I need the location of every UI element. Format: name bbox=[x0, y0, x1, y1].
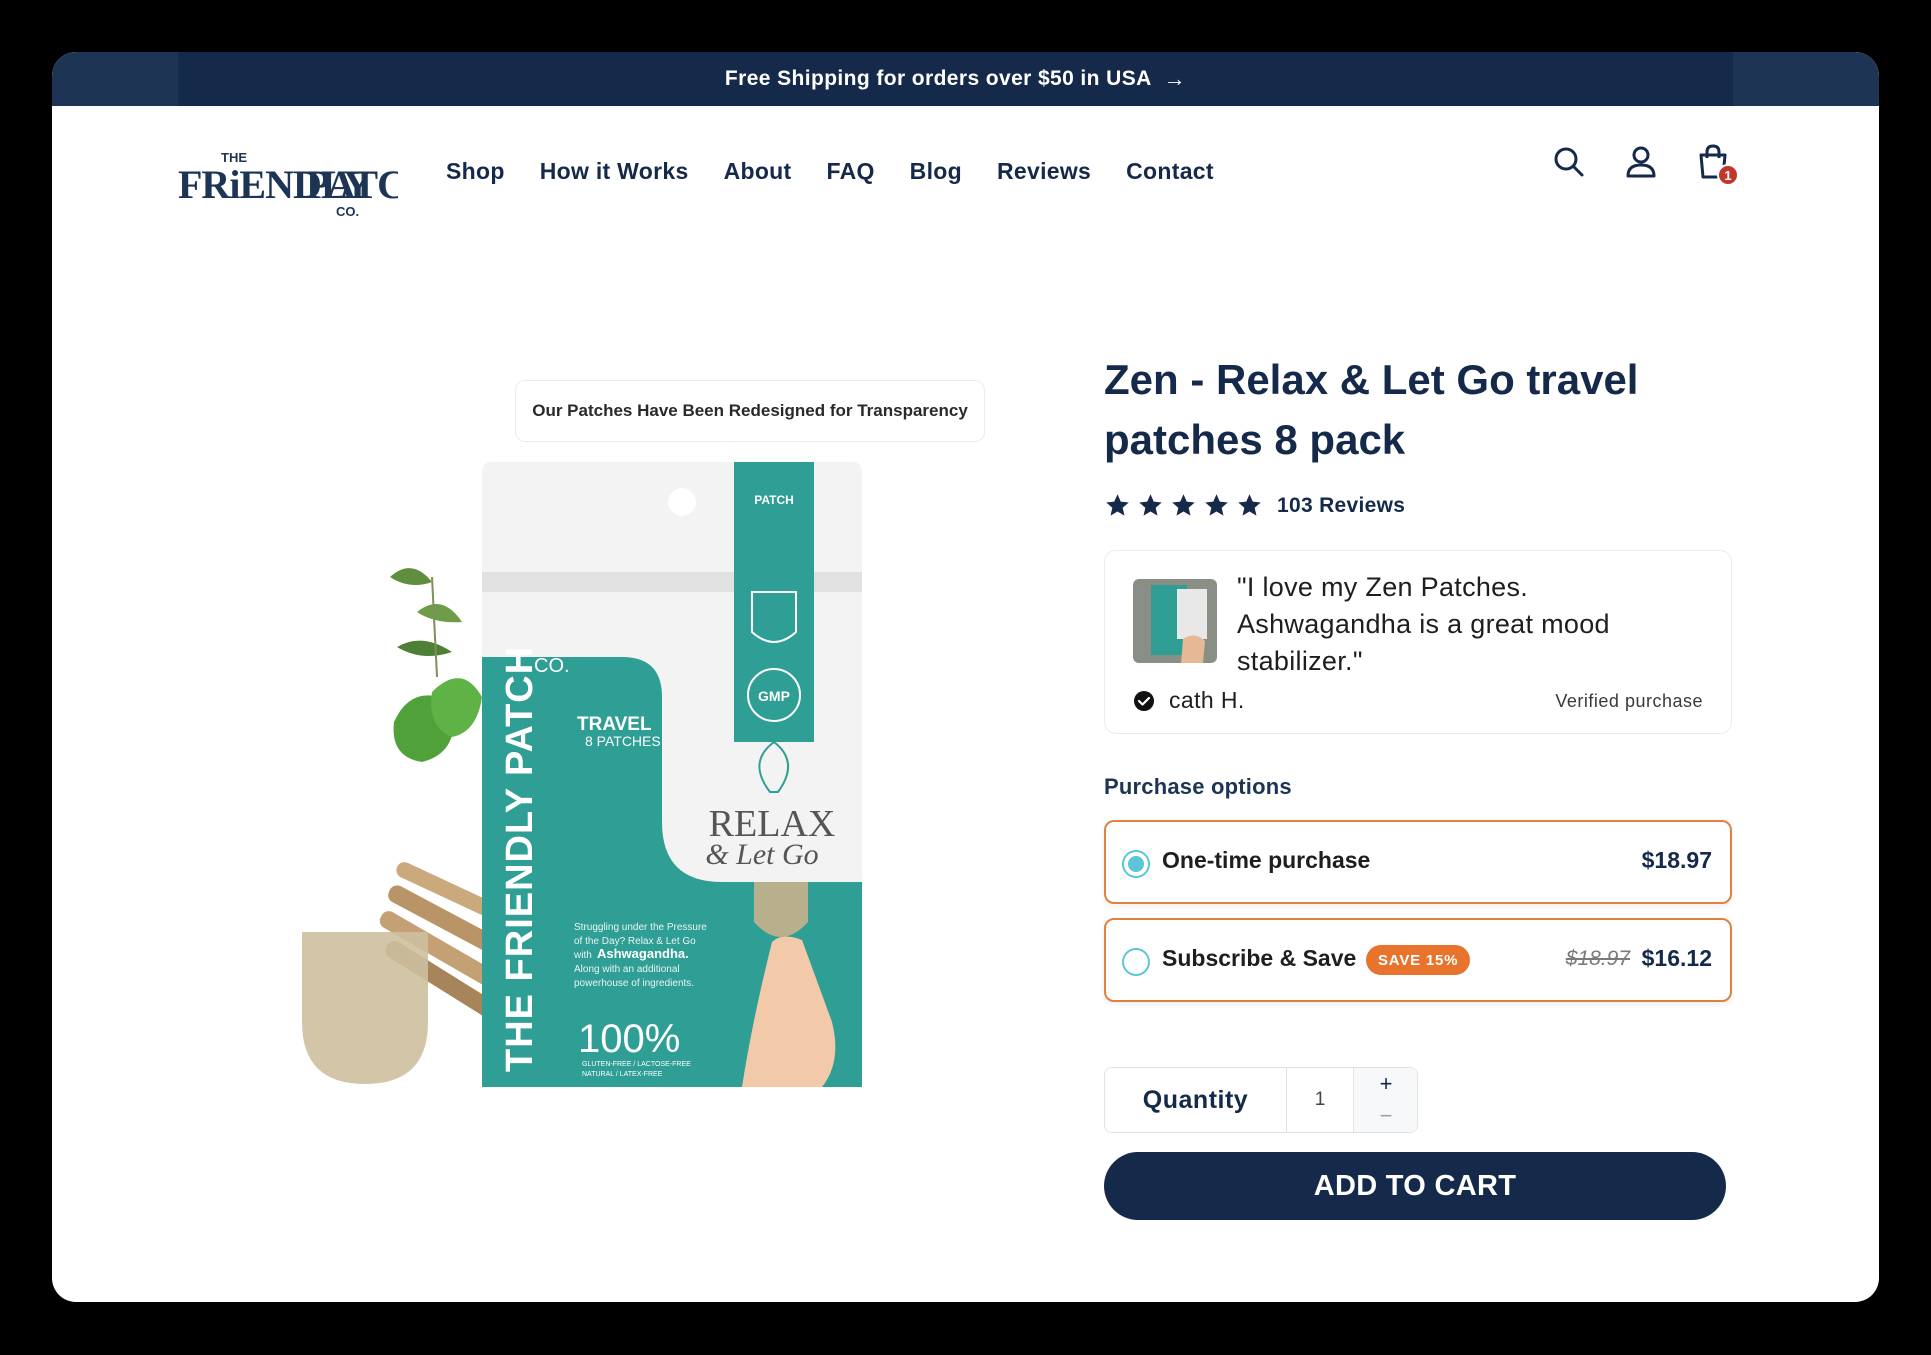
quantity-decrease-button[interactable]: − bbox=[1354, 1100, 1418, 1132]
rating-summary[interactable]: 103 Reviews bbox=[1104, 492, 1405, 519]
quantity-input[interactable]: 1 bbox=[1287, 1068, 1353, 1132]
star-icon bbox=[1139, 494, 1162, 516]
one-time-purchase-option[interactable]: One-time purchase $18.97 bbox=[1104, 820, 1732, 904]
nav-contact[interactable]: Contact bbox=[1126, 158, 1214, 185]
nav-reviews[interactable]: Reviews bbox=[997, 158, 1091, 185]
svg-text:with: with bbox=[573, 950, 592, 961]
cart-count-badge: 1 bbox=[1717, 164, 1739, 186]
svg-text:& Let Go: & Let Go bbox=[705, 838, 818, 871]
patch-sample bbox=[302, 932, 428, 1084]
svg-text:TRAVEL: TRAVEL bbox=[577, 714, 652, 735]
product-image[interactable]: PATCH GMP THE FRIENDLY PATCH CO. TRAVEL … bbox=[302, 462, 982, 1302]
redesign-notice: Our Patches Have Been Redesigned for Tra… bbox=[515, 380, 985, 442]
svg-text:GLUTEN-FREE / LACTOSE-FREE: GLUTEN-FREE / LACTOSE-FREE bbox=[582, 1061, 691, 1068]
one-time-price: $18.97 bbox=[1641, 847, 1712, 873]
header-actions: 1 bbox=[1549, 142, 1739, 186]
verified-check-icon bbox=[1134, 691, 1154, 711]
original-price: $18.97 bbox=[1565, 947, 1630, 970]
quantity-stepper: Quantity 1 + − bbox=[1104, 1067, 1418, 1133]
arrow-right-icon: → bbox=[1163, 66, 1187, 91]
svg-text:PATCH: PATCH bbox=[754, 493, 794, 507]
svg-text:powerhouse of ingredients.: powerhouse of ingredients. bbox=[574, 978, 694, 989]
cart-bag-icon[interactable]: 1 bbox=[1693, 142, 1739, 186]
svg-text:CO.: CO. bbox=[336, 204, 359, 219]
nav-how-it-works[interactable]: How it Works bbox=[540, 158, 689, 185]
browser-page: Free Shipping for orders over $50 in USA… bbox=[52, 52, 1879, 1302]
nav-shop[interactable]: Shop bbox=[446, 158, 505, 185]
nav-about[interactable]: About bbox=[724, 158, 792, 185]
subscribe-price: $16.12 bbox=[1641, 945, 1712, 971]
star-icon bbox=[1172, 494, 1195, 516]
svg-text:Along with an additional: Along with an additional bbox=[574, 964, 680, 975]
nav-faq[interactable]: FAQ bbox=[826, 158, 874, 185]
search-icon[interactable] bbox=[1549, 142, 1589, 182]
svg-text:THE FRIENDLY PATCH: THE FRIENDLY PATCH bbox=[499, 646, 541, 1072]
save-badge: SAVE 15% bbox=[1366, 945, 1471, 975]
brand-logo[interactable]: THE FRiENDLY PATCH CO. bbox=[178, 148, 437, 222]
svg-text:100%: 100% bbox=[578, 1017, 680, 1061]
svg-text:Ashwagandha.: Ashwagandha. bbox=[597, 946, 689, 961]
svg-text:Struggling under the Pressure: Struggling under the Pressure bbox=[574, 922, 707, 933]
review-quote: "I love my Zen Patches. Ashwagandha is a… bbox=[1237, 572, 1610, 676]
add-to-cart-button[interactable]: ADD TO CART bbox=[1104, 1152, 1726, 1220]
star-icon bbox=[1238, 494, 1261, 516]
subscribe-save-option[interactable]: Subscribe & Save SAVE 15% $18.97 $16.12 bbox=[1104, 918, 1732, 1002]
site-header: THE FRiENDLY PATCH CO. Shop How it Works… bbox=[52, 106, 1879, 236]
verified-purchase-label: Verified purchase bbox=[1555, 691, 1703, 711]
package: PATCH GMP THE FRIENDLY PATCH CO. TRAVEL … bbox=[482, 462, 862, 1087]
purchase-options-label: Purchase options bbox=[1104, 774, 1292, 799]
quantity-label: Quantity bbox=[1105, 1068, 1287, 1132]
one-time-label: One-time purchase bbox=[1162, 847, 1371, 873]
svg-text:CO.: CO. bbox=[534, 655, 570, 677]
featured-review-card: "I love my Zen Patches. Ashwagandha is a… bbox=[1104, 550, 1732, 734]
svg-text:PATCH: PATCH bbox=[306, 162, 398, 207]
star-icon bbox=[1205, 494, 1228, 516]
subscribe-radio[interactable] bbox=[1122, 948, 1150, 976]
quantity-increase-button[interactable]: + bbox=[1354, 1068, 1418, 1100]
reviews-count-link[interactable]: 103 Reviews bbox=[1277, 494, 1405, 518]
announcement-text: Free Shipping for orders over $50 in USA bbox=[724, 67, 1152, 90]
nav-blog[interactable]: Blog bbox=[910, 158, 962, 185]
svg-text:8 PATCHES: 8 PATCHES bbox=[585, 733, 661, 749]
product-title: Zen - Relax & Let Go travel patches 8 pa… bbox=[1104, 356, 1639, 463]
svg-text:NATURAL / LATEX-FREE: NATURAL / LATEX-FREE bbox=[582, 1071, 663, 1078]
review-author: cath H. bbox=[1169, 687, 1245, 713]
announcement-link[interactable]: Free Shipping for orders over $50 in USA… bbox=[178, 52, 1733, 106]
one-time-radio[interactable] bbox=[1122, 850, 1150, 878]
subscribe-label: Subscribe & Save bbox=[1162, 945, 1357, 971]
review-photo[interactable] bbox=[1133, 579, 1217, 663]
announcement-bar: Free Shipping for orders over $50 in USA… bbox=[52, 52, 1879, 106]
svg-text:GMP: GMP bbox=[758, 688, 790, 704]
user-icon[interactable] bbox=[1621, 142, 1661, 182]
quantity-buttons: + − bbox=[1353, 1068, 1417, 1132]
main-nav: Shop How it Works About FAQ Blog Reviews… bbox=[446, 106, 1214, 236]
star-icon bbox=[1106, 494, 1129, 516]
herb-leaves-illustration bbox=[390, 568, 482, 762]
